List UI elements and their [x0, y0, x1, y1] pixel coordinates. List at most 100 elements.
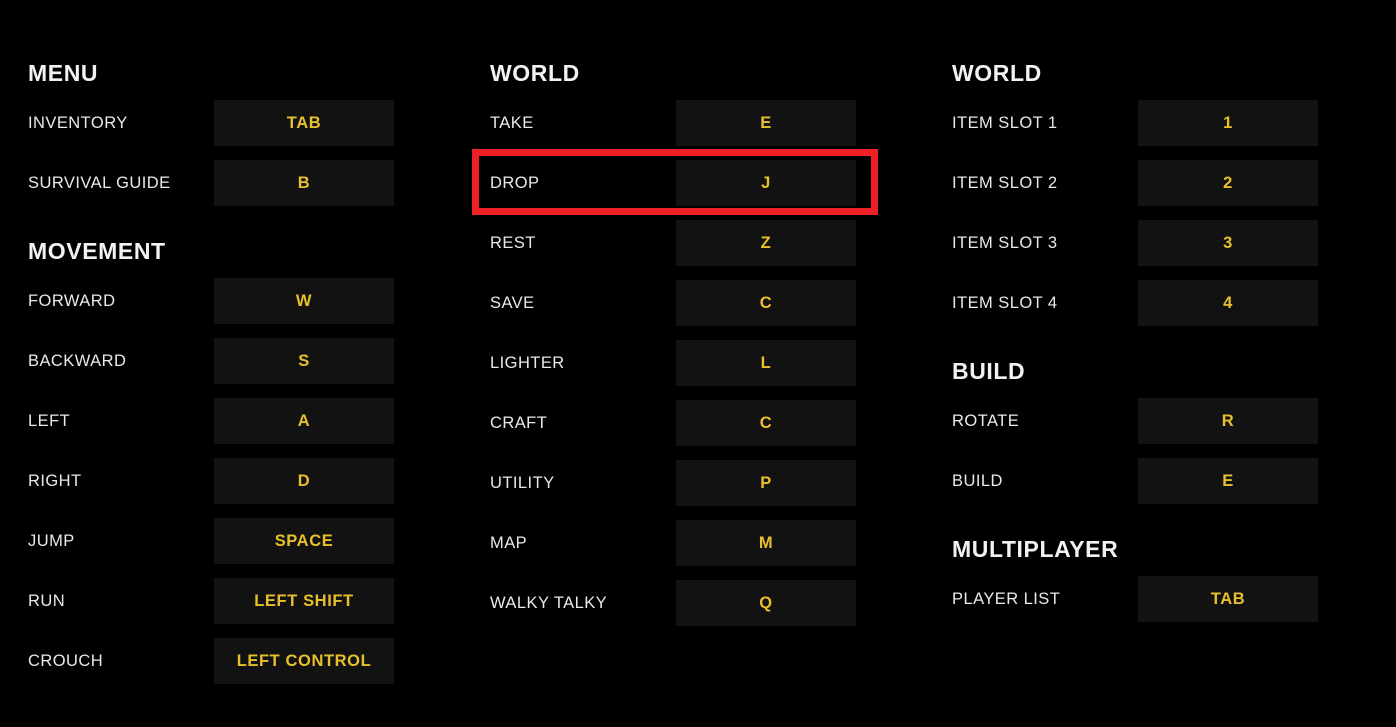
keybinding-action-label: ROTATE [952, 412, 1020, 430]
keybinding-row[interactable]: TAKE E [490, 100, 910, 146]
keybindings-screen: MENU INVENTORY TAB SURVIVAL GUIDE B MOVEMENT F… [0, 0, 1396, 727]
keybinding-action-label: INVENTORY [28, 114, 128, 132]
keybinding-key-label: W [295, 291, 313, 310]
keybinding-action-label: FORWARD [28, 292, 116, 310]
keybinding-row[interactable]: LIGHTER L [490, 340, 910, 386]
keybinding-action-label: SAVE [490, 294, 535, 312]
section-header: WORLD [490, 60, 580, 86]
keybinding-row[interactable]: FORWARD W [28, 278, 448, 324]
keybinding-key-button[interactable]: C [676, 280, 856, 326]
keybinding-list: FORWARD W BACKWARD S LEFT A RIGHT D JUMP SPACE RUN… [28, 278, 448, 698]
keybinding-key-label: M [758, 533, 774, 552]
keybinding-list: ROTATE R BUILD E [952, 398, 1372, 518]
keybinding-key-label: 4 [1223, 293, 1233, 312]
keybinding-row[interactable]: RIGHT D [28, 458, 448, 504]
keybinding-action-label: BUILD [952, 472, 1003, 490]
keybinding-key-label: 2 [1223, 173, 1233, 192]
keybinding-row[interactable]: SURVIVAL GUIDE B [28, 160, 448, 206]
keybinding-row[interactable]: BUILD E [952, 458, 1372, 504]
keybinding-row[interactable]: ITEM SLOT 2 2 [952, 160, 1372, 206]
keybinding-key-label: 3 [1223, 233, 1233, 252]
keybinding-key-label: L [760, 353, 772, 372]
keybinding-row[interactable]: PLAYER LIST TAB [952, 576, 1372, 622]
keybinding-key-label: Q [759, 593, 773, 612]
keybinding-key-button[interactable]: TAB [1138, 576, 1318, 622]
keybinding-key-label: A [297, 411, 311, 430]
keybinding-key-label: R [1221, 411, 1235, 430]
keybinding-row[interactable]: JUMP SPACE [28, 518, 448, 564]
keybinding-key-button[interactable]: Z [676, 220, 856, 266]
keybinding-action-label: CROUCH [28, 652, 104, 670]
keybinding-action-label: SURVIVAL GUIDE [28, 174, 171, 192]
keybinding-key-button[interactable]: E [1138, 458, 1318, 504]
keybinding-action-label: BACKWARD [28, 352, 127, 370]
section-menu: MENU INVENTORY TAB SURVIVAL GUIDE B [28, 60, 448, 206]
keybinding-key-button[interactable]: W [214, 278, 394, 324]
keybinding-key-button[interactable]: 3 [1138, 220, 1318, 266]
keybinding-row[interactable]: ITEM SLOT 4 4 [952, 280, 1372, 326]
keybinding-key-label: C [759, 413, 773, 432]
section-header: MULTIPLAYER [952, 536, 1119, 562]
keybinding-key-button[interactable]: D [214, 458, 394, 504]
keybinding-key-button[interactable]: S [214, 338, 394, 384]
keybinding-key-label: E [760, 113, 772, 132]
section-header: MOVEMENT [28, 238, 166, 264]
section-build: BUILD ROTATE R BUILD E [952, 358, 1372, 504]
keybinding-list: PLAYER LIST TAB [952, 576, 1372, 636]
keybinding-row[interactable]: ROTATE R [952, 398, 1372, 444]
keybinding-action-label: MAP [490, 534, 528, 552]
keybinding-key-label: 1 [1223, 113, 1233, 132]
keybinding-key-label: TAB [286, 113, 322, 132]
keybinding-row[interactable]: RUN LEFT SHIFT [28, 578, 448, 624]
section-world: WORLD TAKE E DROP J REST Z SAVE C LIGHTER L CRAFT C U… [490, 60, 910, 626]
keybinding-key-button[interactable]: P [676, 460, 856, 506]
keybinding-key-button[interactable]: Q [676, 580, 856, 626]
keybinding-row[interactable]: UTILITY P [490, 460, 910, 506]
section-header: WORLD [952, 60, 1042, 86]
keybinding-key-button[interactable]: B [214, 160, 394, 206]
section-header: BUILD [952, 358, 1026, 384]
keybinding-key-button[interactable]: J [676, 160, 856, 206]
keybinding-row[interactable]: CRAFT C [490, 400, 910, 446]
keybinding-row[interactable]: LEFT A [28, 398, 448, 444]
keybinding-row[interactable]: CROUCH LEFT CONTROL [28, 638, 448, 684]
keybinding-key-button[interactable]: LEFT CONTROL [214, 638, 394, 684]
keybinding-action-label: PLAYER LIST [952, 590, 1061, 608]
keybinding-key-button[interactable]: TAB [214, 100, 394, 146]
keybinding-action-label: CRAFT [490, 414, 548, 432]
keybinding-key-label: C [759, 293, 773, 312]
keybinding-action-label: RUN [28, 592, 66, 610]
keybinding-key-label: J [761, 173, 771, 192]
keybinding-action-label: LEFT [28, 412, 71, 430]
keybinding-key-label: LEFT SHIFT [254, 591, 354, 610]
keybinding-key-button[interactable]: 4 [1138, 280, 1318, 326]
keybinding-row[interactable]: WALKY TALKY Q [490, 580, 910, 626]
keybinding-action-label: DROP [490, 174, 540, 192]
keybinding-key-button[interactable]: E [676, 100, 856, 146]
keybinding-key-button[interactable]: SPACE [214, 518, 394, 564]
keybinding-key-button[interactable]: M [676, 520, 856, 566]
keybinding-list: INVENTORY TAB SURVIVAL GUIDE B [28, 100, 448, 220]
keybinding-row[interactable]: DROP J [490, 160, 910, 206]
keybinding-row[interactable]: INVENTORY TAB [28, 100, 448, 146]
keybinding-action-label: LIGHTER [490, 354, 565, 372]
keybinding-key-button[interactable]: A [214, 398, 394, 444]
keybinding-key-label: Z [760, 233, 772, 252]
keybinding-row[interactable]: MAP M [490, 520, 910, 566]
keybinding-row[interactable]: BACKWARD S [28, 338, 448, 384]
keybinding-list: ITEM SLOT 1 1 ITEM SLOT 2 2 ITEM SLOT 3 3 ITEM… [952, 100, 1372, 340]
keybinding-action-label: WALKY TALKY [490, 594, 608, 612]
keybinding-key-button[interactable]: 2 [1138, 160, 1318, 206]
keybinding-row[interactable]: REST Z [490, 220, 910, 266]
keybinding-key-button[interactable]: R [1138, 398, 1318, 444]
keybinding-key-button[interactable]: C [676, 400, 856, 446]
keybinding-key-button[interactable]: 1 [1138, 100, 1318, 146]
keybinding-key-button[interactable]: L [676, 340, 856, 386]
keybinding-key-button[interactable]: LEFT SHIFT [214, 578, 394, 624]
section-header: MENU [28, 60, 99, 86]
keybinding-key-label: LEFT CONTROL [236, 651, 372, 670]
keybinding-row[interactable]: SAVE C [490, 280, 910, 326]
keybinding-list: TAKE E DROP J REST Z SAVE C LIGHTER L CRAFT C UTILIT… [490, 100, 910, 640]
keybinding-row[interactable]: ITEM SLOT 1 1 [952, 100, 1372, 146]
keybinding-row[interactable]: ITEM SLOT 3 3 [952, 220, 1372, 266]
